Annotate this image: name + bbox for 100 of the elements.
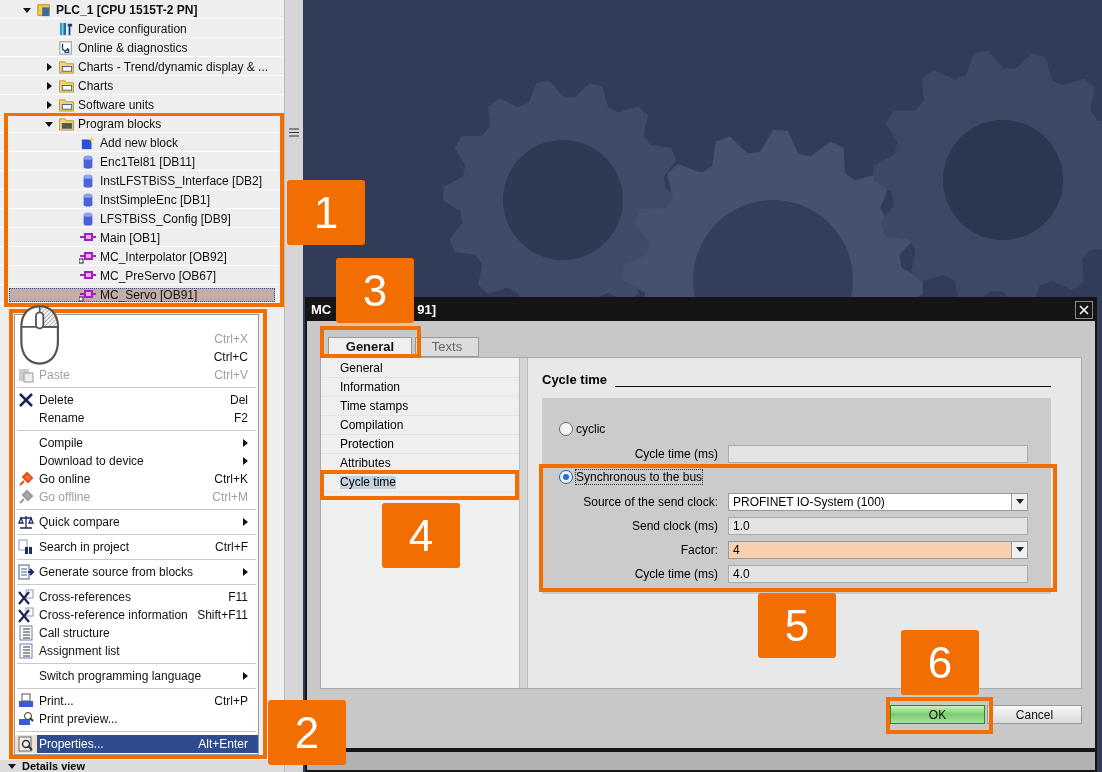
shortcut-label: Ctrl+P [214,693,248,710]
tree-item[interactable]: Add new block [9,136,275,150]
menu-item[interactable]: Download to device [15,452,258,470]
tree-item-label: Charts [78,79,114,93]
menu-item[interactable]: Compile [15,434,258,452]
expand-arrow-icon[interactable] [45,82,53,90]
tab[interactable]: General [328,337,412,357]
dropdown[interactable]: PROFINET IO-System (100) [728,492,1028,511]
navigation-item[interactable]: Information [340,380,401,394]
tree-item[interactable]: Charts - Trend/dynamic display & ... [9,60,275,74]
menu-item[interactable]: Properties... Alt+Enter [15,735,258,753]
tree-item[interactable]: Charts [9,79,275,93]
navigation-item[interactable]: Protection [340,437,395,451]
plc-icon [36,3,52,17]
menu-item-label: Paste [39,367,70,384]
window-title: MC [311,301,332,320]
expand-arrow-icon[interactable] [45,63,53,71]
tree-item[interactable]: Program blocks [9,117,275,131]
field-label: Cycle time (ms) [633,446,719,461]
tree-item-label: MC_Servo [OB91] [100,288,198,302]
scale-icon [18,514,34,530]
menu-item[interactable]: Generate source from blocks [15,563,258,581]
database-icon [82,155,94,169]
tree-item-label: InstSimpleEnc [DB1] [100,193,211,207]
document-arrow-icon [17,564,35,580]
collapse-arrow-icon[interactable] [45,120,53,128]
tree-item[interactable]: LFSTBiSS_Config [DB9] [9,212,275,226]
menu-item-label: Download to device [39,453,144,470]
expand-arrow-icon[interactable] [45,101,53,109]
step-number: 1 [287,180,365,245]
menu-item[interactable]: Cross-reference information Shift+F11 [15,606,258,624]
navigation-item[interactable]: Cycle time [340,475,396,489]
tree-item[interactable]: Software units [9,98,275,112]
menu-item[interactable]: Call structure [15,624,258,642]
tree-item-label: MC_PreServo [OB67] [100,269,217,283]
list-icon [19,625,33,641]
tree-item[interactable]: Enc1Tel81 [DB11] [9,155,275,169]
navigation-item[interactable]: Attributes [340,456,391,470]
database-icon [82,174,94,188]
navigation-item[interactable]: Time stamps [340,399,409,413]
collapse-arrow-icon[interactable] [23,6,31,14]
radio-button[interactable] [559,469,573,484]
menu-item[interactable]: Print preview... [15,710,258,728]
ok-button[interactable]: OK [890,705,985,724]
tree-item[interactable]: Device configuration [9,22,275,36]
tree-item[interactable]: Online & diagnostics [9,41,275,55]
print-preview-icon [18,711,34,727]
input-field[interactable]: 1.0 [728,516,1028,535]
menu-item[interactable]: Delete Del [15,391,258,409]
menu-item-label: Print... [39,693,74,710]
tree-item-label: Main [OB1] [100,231,161,245]
dropdown-arrow-icon [1015,547,1024,552]
binoculars-icon [18,539,34,555]
menu-item[interactable]: Switch programming language [15,667,258,685]
menu-item[interactable]: Ctrl+C [213,348,248,366]
menu-item[interactable]: Search in project Ctrl+F [15,538,258,556]
cancel-button[interactable]: Cancel [987,705,1082,724]
tree-item[interactable]: MC_Interpolator [OB92] [9,250,275,264]
shortcut-label: Shift+F11 [197,607,248,624]
shortcut-label: Del [230,392,248,409]
radio-button[interactable] [559,421,573,436]
navigation-item[interactable]: Compilation [340,418,404,432]
field-label: Source of the send clock: [582,494,719,509]
folder-icon [57,117,75,131]
close-button[interactable] [1075,301,1093,319]
radio-label: Synchronous to the bus [576,469,703,484]
menu-item[interactable]: Rename F2 [15,409,258,427]
menu-item[interactable]: Cross-references F11 [15,588,258,606]
dropdown[interactable]: 4 [728,540,1028,559]
input-field[interactable]: 4.0 [728,564,1028,583]
tree-item[interactable]: MC_PreServo [OB67] [9,269,275,283]
close-icon [1079,305,1089,315]
tree-item[interactable]: MC_Servo [OB91] [9,288,275,302]
field-label: Cycle time (ms) [633,566,719,581]
tree-item[interactable]: Main [OB1] [9,231,275,245]
menu-item[interactable]: Quick compare [15,513,258,531]
shortcut-label: Alt+Enter [198,736,248,753]
printer-icon [18,693,34,709]
tree-item[interactable]: InstLFSTBiSS_Interface [DB2] [9,174,275,188]
grip-icon[interactable] [289,128,299,137]
menu-item[interactable]: Go online Ctrl+K [15,470,258,488]
tab[interactable]: Texts [415,337,479,357]
navigation-item[interactable]: General [340,361,383,375]
list-icon [19,643,33,659]
database-icon [82,193,94,207]
plug-icon [18,471,34,487]
menu-item[interactable]: Assignment list [15,642,258,660]
tree-item-label: Device configuration [78,22,187,36]
input-field[interactable] [728,444,1028,463]
tree-item[interactable]: PLC_1 [CPU 1515T-2 PN] [9,3,275,17]
tree-item[interactable]: InstSimpleEnc [DB1] [9,193,275,207]
expand-arrow-icon[interactable] [8,762,16,770]
shortcut-label: F2 [234,410,248,427]
menu-item-label: Switch programming language [39,668,202,685]
device-icon [58,22,74,36]
tree-item-label: MC_Interpolator [OB92] [100,250,227,264]
menu-item[interactable]: Print... Ctrl+P [15,692,258,710]
step-number: 6 [901,630,979,695]
database-icon [82,212,94,226]
cross-reference-icon [18,607,34,623]
